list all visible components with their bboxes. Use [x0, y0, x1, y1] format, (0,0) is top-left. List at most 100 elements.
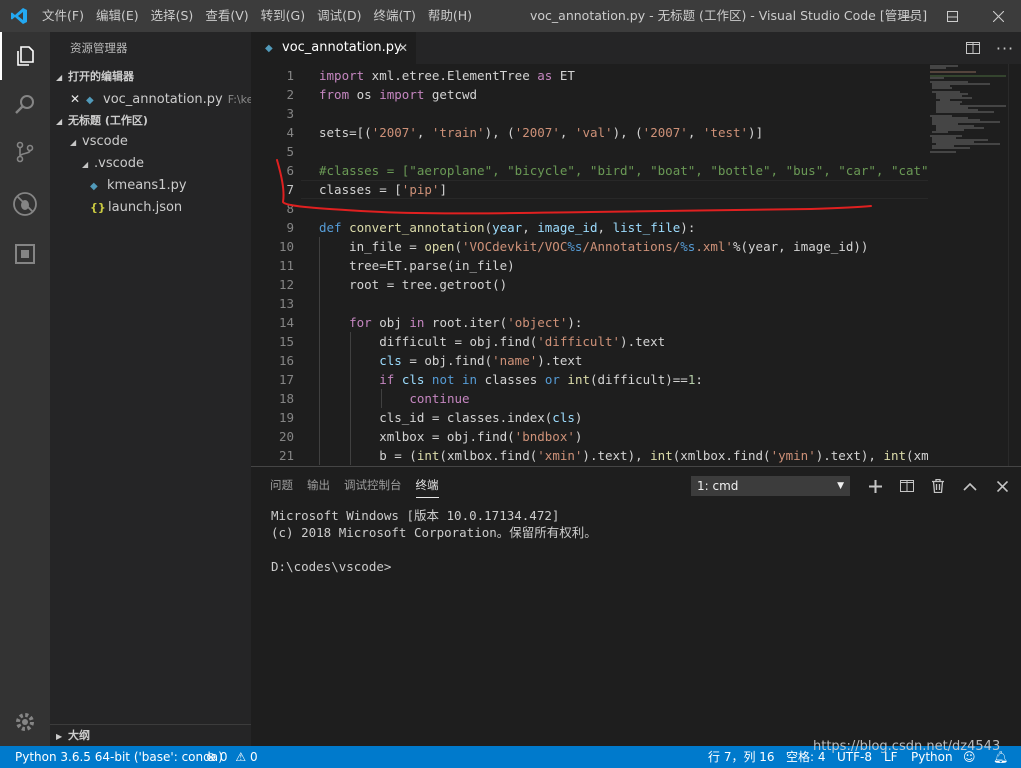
close-icon [992, 10, 1004, 22]
tree-file-kmeans[interactable]: ◆ kmeans1.py [50, 175, 251, 197]
minimap[interactable] [928, 64, 1008, 466]
menu-terminal[interactable]: 终端(T) [367, 0, 421, 32]
line-number: 3 [286, 106, 294, 121]
extensions-button[interactable] [0, 230, 50, 278]
line-number: 17 [278, 372, 294, 387]
explorer-button[interactable] [0, 32, 50, 80]
split-editor-button[interactable] [957, 32, 989, 64]
line-number: 11 [278, 258, 294, 273]
tab-debug-console[interactable]: 调试控制台 [337, 467, 409, 503]
debug-button[interactable] [0, 180, 50, 228]
line-number: 2 [286, 87, 294, 102]
bottom-panel: 问题 输出 调试控制台 终端 1: cmd ▼ Microsoft Window… [251, 466, 1021, 746]
more-actions-button[interactable]: ··· [989, 32, 1021, 64]
workspace-section[interactable]: ◢ 无标题 (工作区) [50, 110, 251, 132]
python-interpreter[interactable]: Python 3.6.5 64-bit ('base': conda) [15, 746, 223, 768]
code-line: import xml.etree.ElementTree as ET [319, 68, 575, 83]
tree-file-launch[interactable]: {} launch.json [50, 197, 251, 219]
chevron-down-icon: ◢ [82, 160, 89, 169]
maximize-panel-button[interactable] [959, 475, 981, 497]
code-line: def convert_annotation(year, image_id, l… [319, 220, 696, 235]
tree-folder-vscode[interactable]: ◢ vscode [50, 131, 251, 153]
menu-edit[interactable]: 编辑(E) [90, 0, 145, 32]
add-terminal-button[interactable] [864, 475, 886, 497]
tree-folder-dotvscode[interactable]: ◢ .vscode [50, 153, 251, 175]
search-icon [15, 95, 34, 114]
settings-gear-icon [16, 713, 34, 731]
menu-view[interactable]: 查看(V) [199, 0, 254, 32]
title-bar: 文件(F) 编辑(E) 选择(S) 查看(V) 转到(G) 调试(D) 终端(T… [0, 0, 1021, 32]
manage-button[interactable] [0, 698, 50, 746]
python-file-icon: ◆ [265, 43, 273, 54]
minimize-window-button[interactable] [883, 0, 929, 32]
code-line: cls_id = classes.index(cls) [319, 410, 583, 425]
maximize-window-button[interactable] [929, 0, 975, 32]
code-editor[interactable]: 1 2 3 4 5 6 7 8 9 10 11 12 13 14 15 16 17 18 19 20 21 import… [251, 64, 1021, 466]
files-icon [17, 46, 34, 66]
split-terminal-icon [900, 480, 914, 492]
python-file-icon: ◆ [86, 95, 94, 106]
chevron-down-icon: ◢ [56, 117, 63, 126]
close-panel-button[interactable] [991, 475, 1013, 497]
tab-problems[interactable]: 问题 [263, 467, 300, 503]
problems-indicator[interactable]: ⊗ 0 ⚠ 0 [206, 746, 258, 768]
search-button[interactable] [0, 80, 50, 128]
terminal-select[interactable]: 1: cmd ▼ [691, 476, 850, 496]
code-line: cls = obj.find('name').text [379, 353, 583, 368]
close-window-button[interactable] [975, 0, 1021, 32]
code-line: sets=[('2007', 'train'), ('2007', 'val')… [319, 125, 764, 140]
tab-terminal[interactable]: 终端 [409, 467, 446, 503]
chevron-down-icon: ◢ [56, 73, 63, 82]
error-icon: ⊗ [206, 750, 217, 764]
close-icon [996, 480, 1008, 492]
open-editors-section[interactable]: ◢ 打开的编辑器 [50, 66, 251, 88]
cursor-position[interactable]: 行 7，列 16 [708, 746, 775, 768]
outline-label: 大纲 [68, 729, 90, 742]
split-editor-icon [966, 42, 980, 54]
kill-terminal-button[interactable] [927, 475, 949, 497]
menu-bar: 文件(F) 编辑(E) 选择(S) 查看(V) 转到(G) 调试(D) 终端(T… [36, 0, 478, 32]
tab-label: voc_annotation.py [282, 40, 402, 55]
line-number: 13 [278, 296, 294, 311]
tree-label: .vscode [94, 156, 144, 171]
close-icon[interactable]: ✕ [398, 32, 408, 64]
terminal-select-value: 1: cmd [697, 479, 739, 493]
line-number: 20 [278, 429, 294, 444]
code-line: classes = ['pip'] [319, 182, 447, 197]
menu-debug[interactable]: 调试(D) [311, 0, 367, 32]
open-editor-path: F:\ke... [227, 93, 251, 106]
editor-scrollbar[interactable] [1008, 64, 1021, 466]
close-icon[interactable]: ✕ [70, 88, 86, 110]
activity-bar [0, 32, 50, 746]
line-number: 15 [278, 334, 294, 349]
menu-help[interactable]: 帮助(H) [422, 0, 478, 32]
source-control-button[interactable] [0, 128, 50, 176]
menu-file[interactable]: 文件(F) [36, 0, 90, 32]
tree-label: vscode [82, 134, 128, 149]
code-line: for obj in root.iter('object'): [349, 315, 583, 330]
tab-voc-annotation[interactable]: ◆ voc_annotation.py ✕ [251, 32, 416, 64]
menu-go[interactable]: 转到(G) [255, 0, 311, 32]
terminal-output[interactable]: Microsoft Windows [版本 10.0.17134.472] (c… [271, 507, 597, 575]
tab-output[interactable]: 输出 [300, 467, 337, 503]
code-line: continue [409, 391, 470, 406]
code-line: xmlbox = obj.find('bndbox') [319, 429, 583, 444]
line-number: 18 [278, 391, 294, 406]
line-number: 10 [278, 239, 294, 254]
outline-section[interactable]: ▶ 大纲 [50, 724, 251, 746]
json-file-icon: {} [90, 201, 106, 214]
explorer-sidebar: 资源管理器 ◢打开的编辑器 ✕◆voc_annotation.pyF:\ke..… [50, 32, 251, 746]
split-terminal-button[interactable] [896, 475, 918, 497]
line-number: 6 [286, 163, 294, 178]
debug-icon [13, 192, 37, 216]
open-editor-item[interactable]: ✕◆ voc_annotation.py F:\ke... [50, 88, 251, 110]
terminal-line: Microsoft Windows [版本 10.0.17134.472] [271, 508, 560, 523]
source-control-icon [16, 141, 34, 163]
menu-selection[interactable]: 选择(S) [145, 0, 200, 32]
line-number: 12 [278, 277, 294, 292]
code-line: difficult = obj.find('difficult').text [319, 334, 666, 349]
workspace-label: 无标题 (工作区) [68, 114, 148, 127]
